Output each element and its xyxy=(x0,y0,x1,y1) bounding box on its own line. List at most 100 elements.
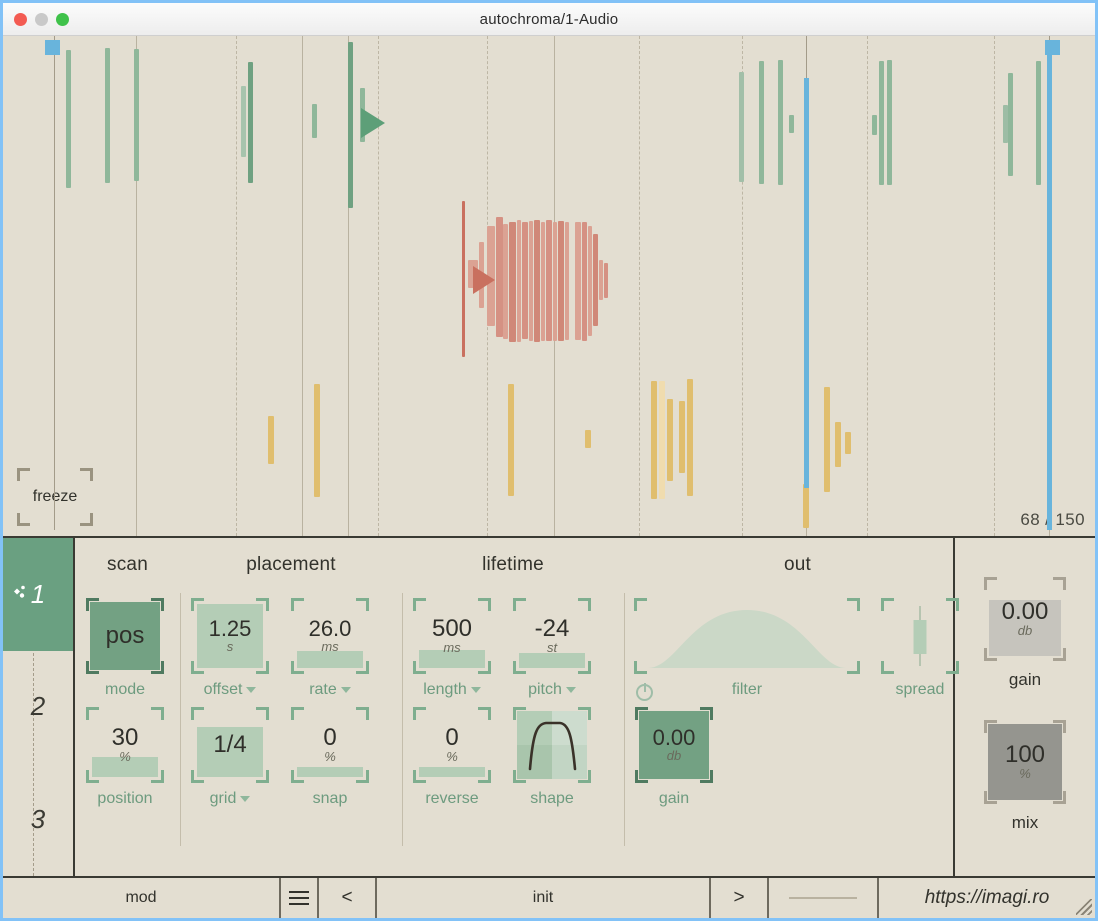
mode-knob[interactable]: pos xyxy=(86,598,164,674)
length-label[interactable]: length xyxy=(423,681,481,699)
website-link[interactable]: https://imagi.ro xyxy=(877,878,1095,918)
grain xyxy=(248,62,253,183)
grid-label[interactable]: grid xyxy=(210,790,251,808)
mix-master-value-display: 100% xyxy=(984,720,1066,804)
gridline xyxy=(867,36,868,536)
control-row: filter spread xyxy=(624,598,971,701)
pitch-label[interactable]: pitch xyxy=(528,681,576,699)
tab-layer-2[interactable]: 2 xyxy=(3,651,73,764)
chevron-down-icon[interactable] xyxy=(340,687,351,693)
gain-label[interactable]: gain xyxy=(659,790,689,808)
bracket-bl xyxy=(513,770,526,783)
grain xyxy=(348,42,353,208)
length-knob[interactable]: 500 ms xyxy=(413,598,491,674)
control-label-text: grid xyxy=(209,790,237,807)
prev-preset-button[interactable]: < xyxy=(317,878,375,918)
bottom-slider[interactable] xyxy=(767,878,877,918)
group-title-lifetime: lifetime xyxy=(482,554,544,575)
rate-value: 26.0 xyxy=(308,616,352,642)
tab-label: 3 xyxy=(30,804,46,835)
snap-unit: % xyxy=(324,749,336,765)
shape-label[interactable]: shape xyxy=(530,790,574,808)
bracket-tr xyxy=(80,468,93,481)
mix-master-value: 100 xyxy=(1004,741,1046,769)
gridline xyxy=(994,36,995,536)
grain xyxy=(268,416,274,464)
grain xyxy=(687,379,693,496)
playhead[interactable] xyxy=(804,78,809,488)
playhead[interactable] xyxy=(1047,40,1052,530)
group-title-scan: scan xyxy=(107,554,148,575)
grain-visualizer[interactable]: freeze 68 / 150 xyxy=(3,36,1095,536)
rate-knob[interactable]: 26.0 ms xyxy=(291,598,369,674)
filter-knob[interactable] xyxy=(634,598,860,701)
spread-label[interactable]: spread xyxy=(896,681,945,699)
tab-layer-1[interactable]: 1 xyxy=(3,538,73,651)
filter-label[interactable]: filter xyxy=(732,681,762,699)
offset-value-display: 1.25 s xyxy=(191,598,269,674)
freeze-button[interactable]: freeze xyxy=(17,468,93,526)
offset-label[interactable]: offset xyxy=(204,681,257,699)
control-filter: filter xyxy=(624,598,870,701)
spread-thumb[interactable] xyxy=(913,620,927,654)
group-out: out filter spread 0.00 db gain xyxy=(624,538,971,876)
grain xyxy=(778,60,783,185)
position-label[interactable]: position xyxy=(97,790,152,808)
gain-master-label: gain xyxy=(1008,670,1042,689)
chevron-down-icon[interactable] xyxy=(565,687,576,693)
group-lifetime: lifetime 500 ms length -24 st pitch 0% reverse sh… xyxy=(402,538,624,876)
position-knob[interactable]: 30% xyxy=(86,707,164,783)
grain xyxy=(679,401,685,473)
control-row: pos mode xyxy=(75,598,180,699)
bracket-tr xyxy=(946,598,959,611)
reverse-unit: % xyxy=(446,749,458,765)
shape-knob[interactable] xyxy=(513,707,591,783)
next-preset-button[interactable]: > xyxy=(709,878,767,918)
spread-knob[interactable] xyxy=(881,598,959,674)
control-row: 500 ms length -24 st pitch xyxy=(402,598,624,699)
particles-icon xyxy=(11,579,31,610)
pitch-value-display: -24 st xyxy=(513,598,591,674)
mode-label[interactable]: mode xyxy=(105,681,145,699)
hamburger-icon xyxy=(289,887,309,909)
chevron-down-icon[interactable] xyxy=(470,687,481,693)
control-label-text: position xyxy=(97,790,153,807)
gain-master-knob[interactable]: 0.00 db xyxy=(984,577,1066,661)
mix-master-knob[interactable]: 100% xyxy=(984,720,1066,804)
offset-knob[interactable]: 1.25 s xyxy=(191,598,269,674)
grid-value: 1/4 xyxy=(213,731,247,759)
reverse-knob[interactable]: 0% xyxy=(413,707,491,783)
bracket-tl xyxy=(634,598,647,611)
tab-layer-3[interactable]: 3 xyxy=(3,763,73,876)
grain xyxy=(599,260,603,300)
loop-marker[interactable] xyxy=(1045,40,1060,55)
rate-label[interactable]: rate xyxy=(309,681,351,699)
resize-grip-icon[interactable] xyxy=(1076,899,1092,915)
gain-knob[interactable]: 0.00 db xyxy=(635,707,713,783)
grain xyxy=(803,484,809,528)
mode-value: pos xyxy=(105,622,145,650)
group-title-out: out xyxy=(783,554,811,575)
pitch-knob[interactable]: -24 st xyxy=(513,598,591,674)
power-icon[interactable] xyxy=(636,684,653,701)
control-label-text: pitch xyxy=(528,681,562,698)
grid-knob[interactable]: 1/4 xyxy=(191,707,269,783)
snap-label[interactable]: snap xyxy=(313,790,348,808)
offset-value: 1.25 xyxy=(208,616,252,642)
chevron-down-icon[interactable] xyxy=(246,687,257,693)
reverse-label[interactable]: reverse xyxy=(425,790,478,808)
website-link-label: https://imagi.ro xyxy=(924,887,1050,908)
mode-value-display: pos xyxy=(86,598,164,674)
mod-button[interactable]: mod xyxy=(3,878,279,918)
grain xyxy=(241,86,246,157)
grain xyxy=(824,387,830,492)
grain xyxy=(593,234,598,326)
snap-knob[interactable]: 0% xyxy=(291,707,369,783)
loop-marker[interactable] xyxy=(45,40,60,55)
prev-preset-label: < xyxy=(341,887,353,908)
chevron-down-icon[interactable] xyxy=(240,796,251,802)
group-title-placement: placement xyxy=(246,554,336,575)
preset-name[interactable]: init xyxy=(375,878,709,918)
parameter-groups: scan pos mode 30% position placement 1.25 s offs… xyxy=(75,538,959,876)
menu-button[interactable] xyxy=(279,878,317,918)
